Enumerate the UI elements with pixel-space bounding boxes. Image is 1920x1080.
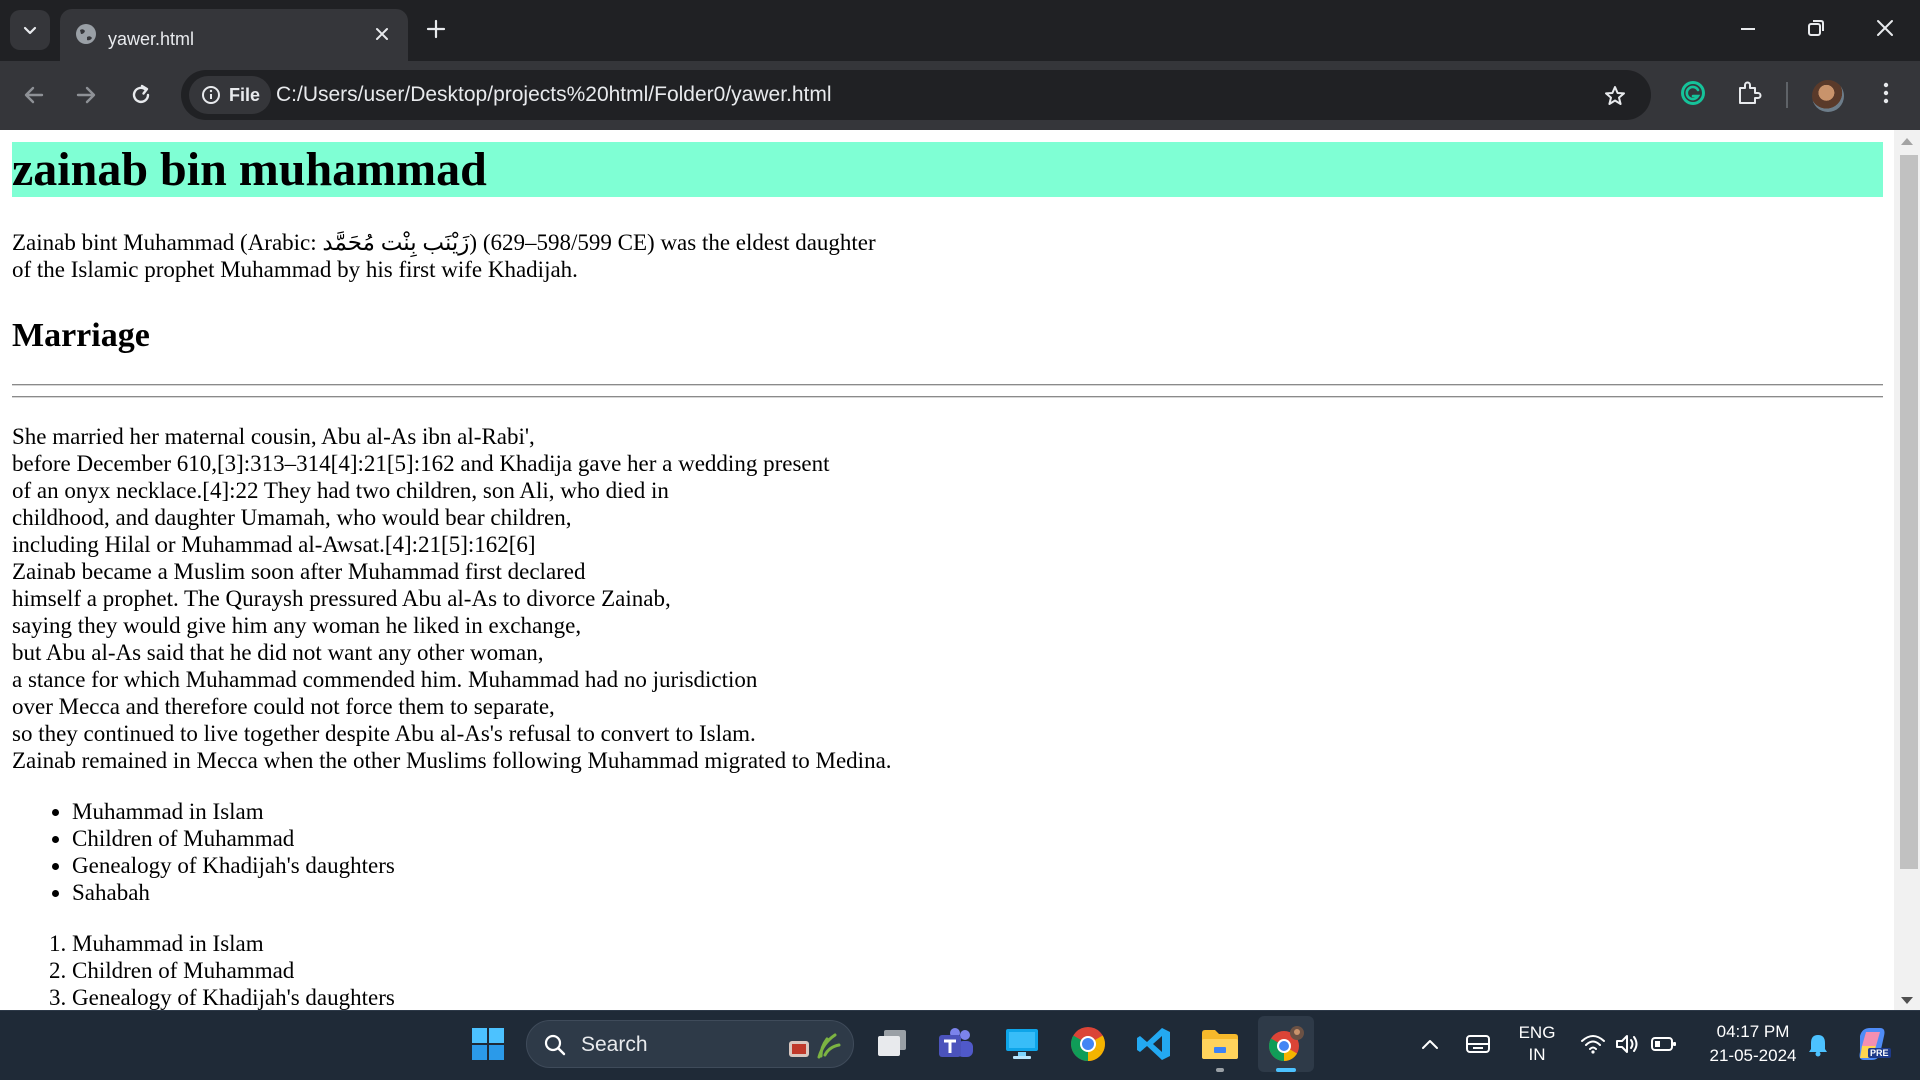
body-line: himself a prophet. The Quraysh pressured…	[12, 586, 671, 611]
back-arrow-icon[interactable]	[21, 82, 47, 108]
running-indicator	[1216, 1068, 1224, 1072]
search-icon	[544, 1034, 566, 1056]
start-button[interactable]	[460, 1016, 516, 1072]
close-window-icon[interactable]	[1875, 18, 1895, 38]
windows-logo-icon	[472, 1028, 504, 1060]
divider	[12, 384, 1883, 386]
site-info-label: File	[229, 84, 261, 105]
profile-avatar[interactable]	[1812, 80, 1844, 112]
clock-date: 21-05-2024	[1709, 1046, 1797, 1065]
intro-line: of the Islamic prophet Muhammad by his f…	[12, 257, 578, 282]
body-line: before December 610,[3]:313–314[4]:21[5]…	[12, 451, 830, 476]
task-view-icon	[878, 1030, 906, 1056]
body-line: including Hilal or Muhammad al-Awsat.[4]…	[12, 532, 536, 557]
task-view-button[interactable]	[864, 1016, 920, 1072]
reload-icon[interactable]	[128, 82, 154, 108]
search-label: Search	[581, 1033, 648, 1056]
notification-bell-icon[interactable]	[1806, 1032, 1830, 1058]
chrome-profile-icon	[1268, 1026, 1304, 1061]
body-line: She married her maternal cousin, Abu al-…	[12, 424, 535, 449]
info-icon	[202, 86, 220, 104]
scroll-down-arrow-icon[interactable]	[1901, 997, 1913, 1004]
language-indicator[interactable]: ENG IN	[1510, 1022, 1564, 1066]
chevron-down-icon	[23, 26, 37, 35]
list-item: Genealogy of Khadijah's daughters	[72, 984, 1883, 1010]
list-item: Children of Muhammad	[72, 957, 1883, 984]
active-tab[interactable]: yawer.html	[60, 9, 408, 61]
divider	[12, 396, 1883, 398]
scroll-up-arrow-icon[interactable]	[1901, 138, 1913, 145]
site-info-chip[interactable]: File	[189, 76, 271, 114]
file-explorer-button[interactable]	[1192, 1016, 1248, 1072]
body-line: of an onyx necklace.[4]:22 They had two …	[12, 478, 669, 503]
tab-title: yawer.html	[108, 29, 195, 49]
intro-line: Zainab bint Muhammad (Arabic: زَيْنَب بِ…	[12, 230, 876, 255]
list-item: Muhammad in Islam	[72, 798, 1883, 825]
chrome-active-button[interactable]	[1258, 1016, 1314, 1072]
list-item: Children of Muhammad	[72, 825, 1883, 852]
more-menu-icon[interactable]	[1872, 79, 1900, 107]
section-heading: Marriage	[12, 317, 150, 354]
document: zainab bin muhammad Zainab bint Muhammad…	[12, 142, 1883, 1010]
browser-toolbar: File C:/Users/user/Desktop/projects%20ht…	[0, 61, 1920, 130]
bulleted-list: Muhammad in Islam Children of Muhammad G…	[12, 798, 1883, 906]
body-line: but Abu al-As said that he did not want …	[12, 640, 544, 665]
volume-icon[interactable]	[1614, 1033, 1640, 1055]
bookmark-star-icon[interactable]	[1603, 84, 1627, 108]
body-line: Zainab became a Muslim soon after Muhamm…	[12, 559, 586, 584]
keyboard-layout-icon[interactable]	[1465, 1033, 1491, 1055]
taskbar-search-box[interactable]: Search	[526, 1020, 854, 1068]
language-code: ENG	[1518, 1023, 1556, 1042]
address-bar[interactable]: File C:/Users/user/Desktop/projects%20ht…	[181, 70, 1651, 120]
extensions-puzzle-icon[interactable]	[1735, 79, 1763, 107]
clock[interactable]: 04:17 PM 21-05-2024	[1694, 1020, 1812, 1068]
vscode-button[interactable]	[1126, 1016, 1182, 1072]
chrome-button[interactable]	[1060, 1016, 1116, 1072]
folder-icon	[1202, 1030, 1238, 1059]
body-line: so they continued to live together despi…	[12, 721, 756, 746]
close-tab-icon[interactable]	[372, 24, 392, 44]
body-line: saying they would give him any woman he …	[12, 613, 582, 638]
chevron-up-icon[interactable]	[1420, 1036, 1440, 1052]
intro-paragraph: Zainab bint Muhammad (Arabic: زَيْنَب بِ…	[12, 229, 912, 283]
numbered-list: Muhammad in Islam Children of Muhammad G…	[12, 930, 1883, 1010]
globe-icon	[76, 24, 96, 44]
tab-strip: yawer.html	[0, 0, 1920, 61]
desktop-app-button[interactable]	[994, 1016, 1050, 1072]
copilot-badge: PRE	[1868, 1048, 1891, 1058]
grammarly-icon[interactable]	[1679, 79, 1707, 107]
restore-icon[interactable]	[1806, 18, 1826, 38]
new-tab-icon[interactable]	[424, 17, 448, 41]
scrollbar-thumb[interactable]	[1900, 155, 1918, 869]
copilot-icon	[1859, 1028, 1885, 1060]
marriage-paragraph: She married her maternal cousin, Abu al-…	[12, 423, 1883, 774]
forward-arrow-icon[interactable]	[73, 82, 99, 108]
list-item: Genealogy of Khadijah's daughters	[72, 852, 1883, 879]
tab-search-button[interactable]	[10, 10, 50, 50]
battery-icon[interactable]	[1650, 1034, 1678, 1054]
body-line: childhood, and daughter Umamah, who woul…	[12, 505, 572, 530]
minimize-icon[interactable]	[1738, 18, 1758, 38]
chrome-icon	[1071, 1027, 1105, 1061]
url-text[interactable]: C:/Users/user/Desktop/projects%20html/Fo…	[276, 83, 832, 107]
monitor-icon	[1006, 1029, 1038, 1059]
wifi-icon[interactable]	[1580, 1033, 1606, 1055]
page-title: zainab bin muhammad	[12, 142, 1883, 197]
toolbar-separator	[1786, 82, 1788, 108]
region-code: IN	[1528, 1045, 1546, 1064]
active-indicator	[1276, 1068, 1296, 1072]
vscode-icon	[1137, 1028, 1170, 1060]
body-line: over Mecca and therefore could not force…	[12, 694, 555, 719]
clock-time: 04:17 PM	[1716, 1022, 1790, 1041]
list-item: Sahabah	[72, 879, 1883, 906]
search-highlight-icon	[789, 1033, 841, 1059]
teams-icon	[939, 1028, 973, 1057]
teams-button[interactable]	[928, 1016, 984, 1072]
copilot-button[interactable]: PRE	[1852, 1024, 1892, 1064]
vertical-scrollbar[interactable]	[1894, 130, 1920, 1010]
list-item: Muhammad in Islam	[72, 930, 1883, 957]
body-line: a stance for which Muhammad commended hi…	[12, 667, 758, 692]
page-viewport: zainab bin muhammad Zainab bint Muhammad…	[0, 130, 1920, 1010]
body-line: Zainab remained in Mecca when the other …	[12, 748, 892, 773]
